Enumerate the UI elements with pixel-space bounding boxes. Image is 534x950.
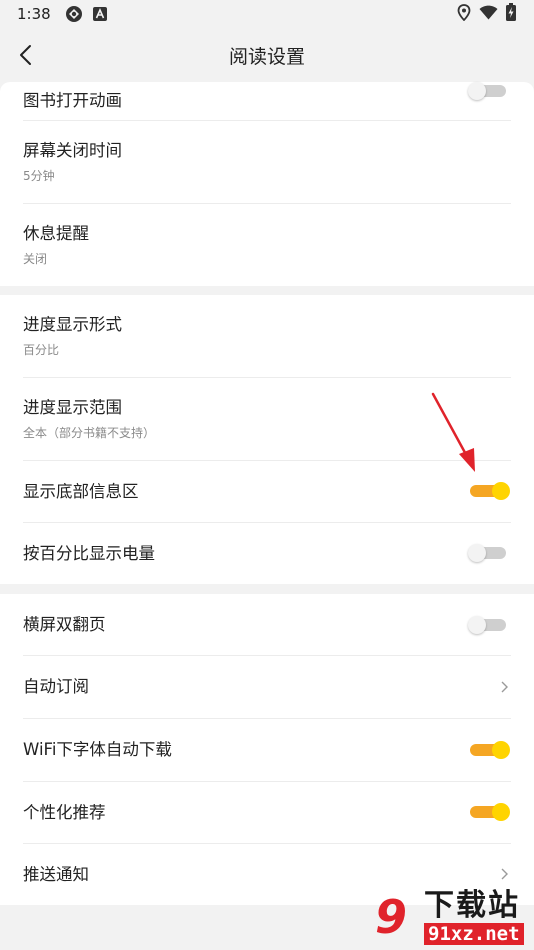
location-icon	[457, 3, 471, 25]
landscape-double-page-toggle[interactable]	[468, 616, 506, 634]
setting-title: 自动订阅	[23, 677, 89, 696]
setting-title: 个性化推荐	[23, 802, 106, 822]
setting-value: 百分比	[23, 343, 60, 357]
watermark-logo: 9 下载站 91xz.net	[360, 886, 530, 948]
setting-wifi-font-download[interactable]: WiFi下字体自动下载	[23, 719, 534, 781]
setting-book-open-animation[interactable]: 图书打开动画	[23, 82, 534, 120]
setting-progress-format[interactable]: 进度显示形式 百分比	[23, 295, 534, 377]
book-open-animation-toggle[interactable]	[468, 82, 506, 100]
toggle-knob	[468, 82, 486, 100]
setting-personalized-recommend[interactable]: 个性化推荐	[23, 782, 534, 843]
battery-charging-icon	[506, 3, 516, 25]
setting-landscape-double-page[interactable]: 横屏双翻页	[23, 594, 534, 655]
toggle-knob	[492, 803, 510, 821]
vpn-icon	[65, 5, 83, 23]
chevron-right-icon	[501, 868, 508, 880]
setting-title: 进度显示形式	[23, 315, 122, 334]
setting-value: 5分钟	[23, 169, 55, 183]
wifi-icon	[479, 5, 498, 24]
watermark-cn: 下载站	[424, 888, 520, 923]
status-time: 1:38	[17, 5, 51, 23]
setting-value: 全本（部分书籍不支持）	[23, 426, 156, 440]
toggle-knob	[492, 741, 510, 759]
toggle-knob	[492, 482, 510, 500]
setting-title: 显示底部信息区	[23, 481, 139, 501]
setting-battery-percent[interactable]: 按百分比显示电量	[23, 523, 534, 584]
chevron-right-icon	[501, 681, 508, 693]
annotation-arrow-icon	[431, 392, 475, 472]
nav-bar: 阅读设置	[0, 28, 534, 82]
setting-title: 推送通知	[23, 864, 89, 884]
status-bar: 1:38	[0, 0, 534, 28]
setting-title: 按百分比显示电量	[23, 543, 155, 563]
font-a-icon	[92, 7, 107, 21]
chevron-left-icon	[20, 45, 31, 65]
watermark-url: 91xz.net	[424, 923, 524, 945]
setting-rest-reminder[interactable]: 休息提醒 关闭	[23, 204, 534, 286]
show-bottom-info-toggle[interactable]	[470, 482, 510, 500]
wifi-font-download-toggle[interactable]	[470, 741, 510, 759]
setting-title: WiFi下字体自动下载	[23, 740, 172, 759]
setting-title: 图书打开动画	[23, 91, 122, 110]
watermark-mark: 9	[374, 890, 407, 944]
personalized-recommend-toggle[interactable]	[470, 803, 510, 821]
setting-title: 横屏双翻页	[23, 614, 106, 634]
toggle-knob	[468, 616, 486, 634]
battery-percent-toggle[interactable]	[468, 544, 506, 562]
back-button[interactable]	[8, 38, 42, 72]
setting-auto-subscribe[interactable]: 自动订阅	[23, 656, 534, 718]
settings-group-3: 横屏双翻页 自动订阅 WiFi下字体自动下载 个性化推荐 推送通知	[0, 594, 534, 905]
toggle-knob	[468, 544, 486, 562]
page-title: 阅读设置	[228, 45, 305, 68]
settings-group-1: 图书打开动画 屏幕关闭时间 5分钟 休息提醒 关闭	[0, 82, 534, 286]
setting-title: 进度显示范围	[23, 398, 122, 417]
setting-title: 休息提醒	[23, 224, 89, 243]
setting-title: 屏幕关闭时间	[23, 141, 122, 160]
setting-screen-off-time[interactable]: 屏幕关闭时间 5分钟	[23, 121, 534, 203]
setting-value: 关闭	[23, 252, 48, 266]
